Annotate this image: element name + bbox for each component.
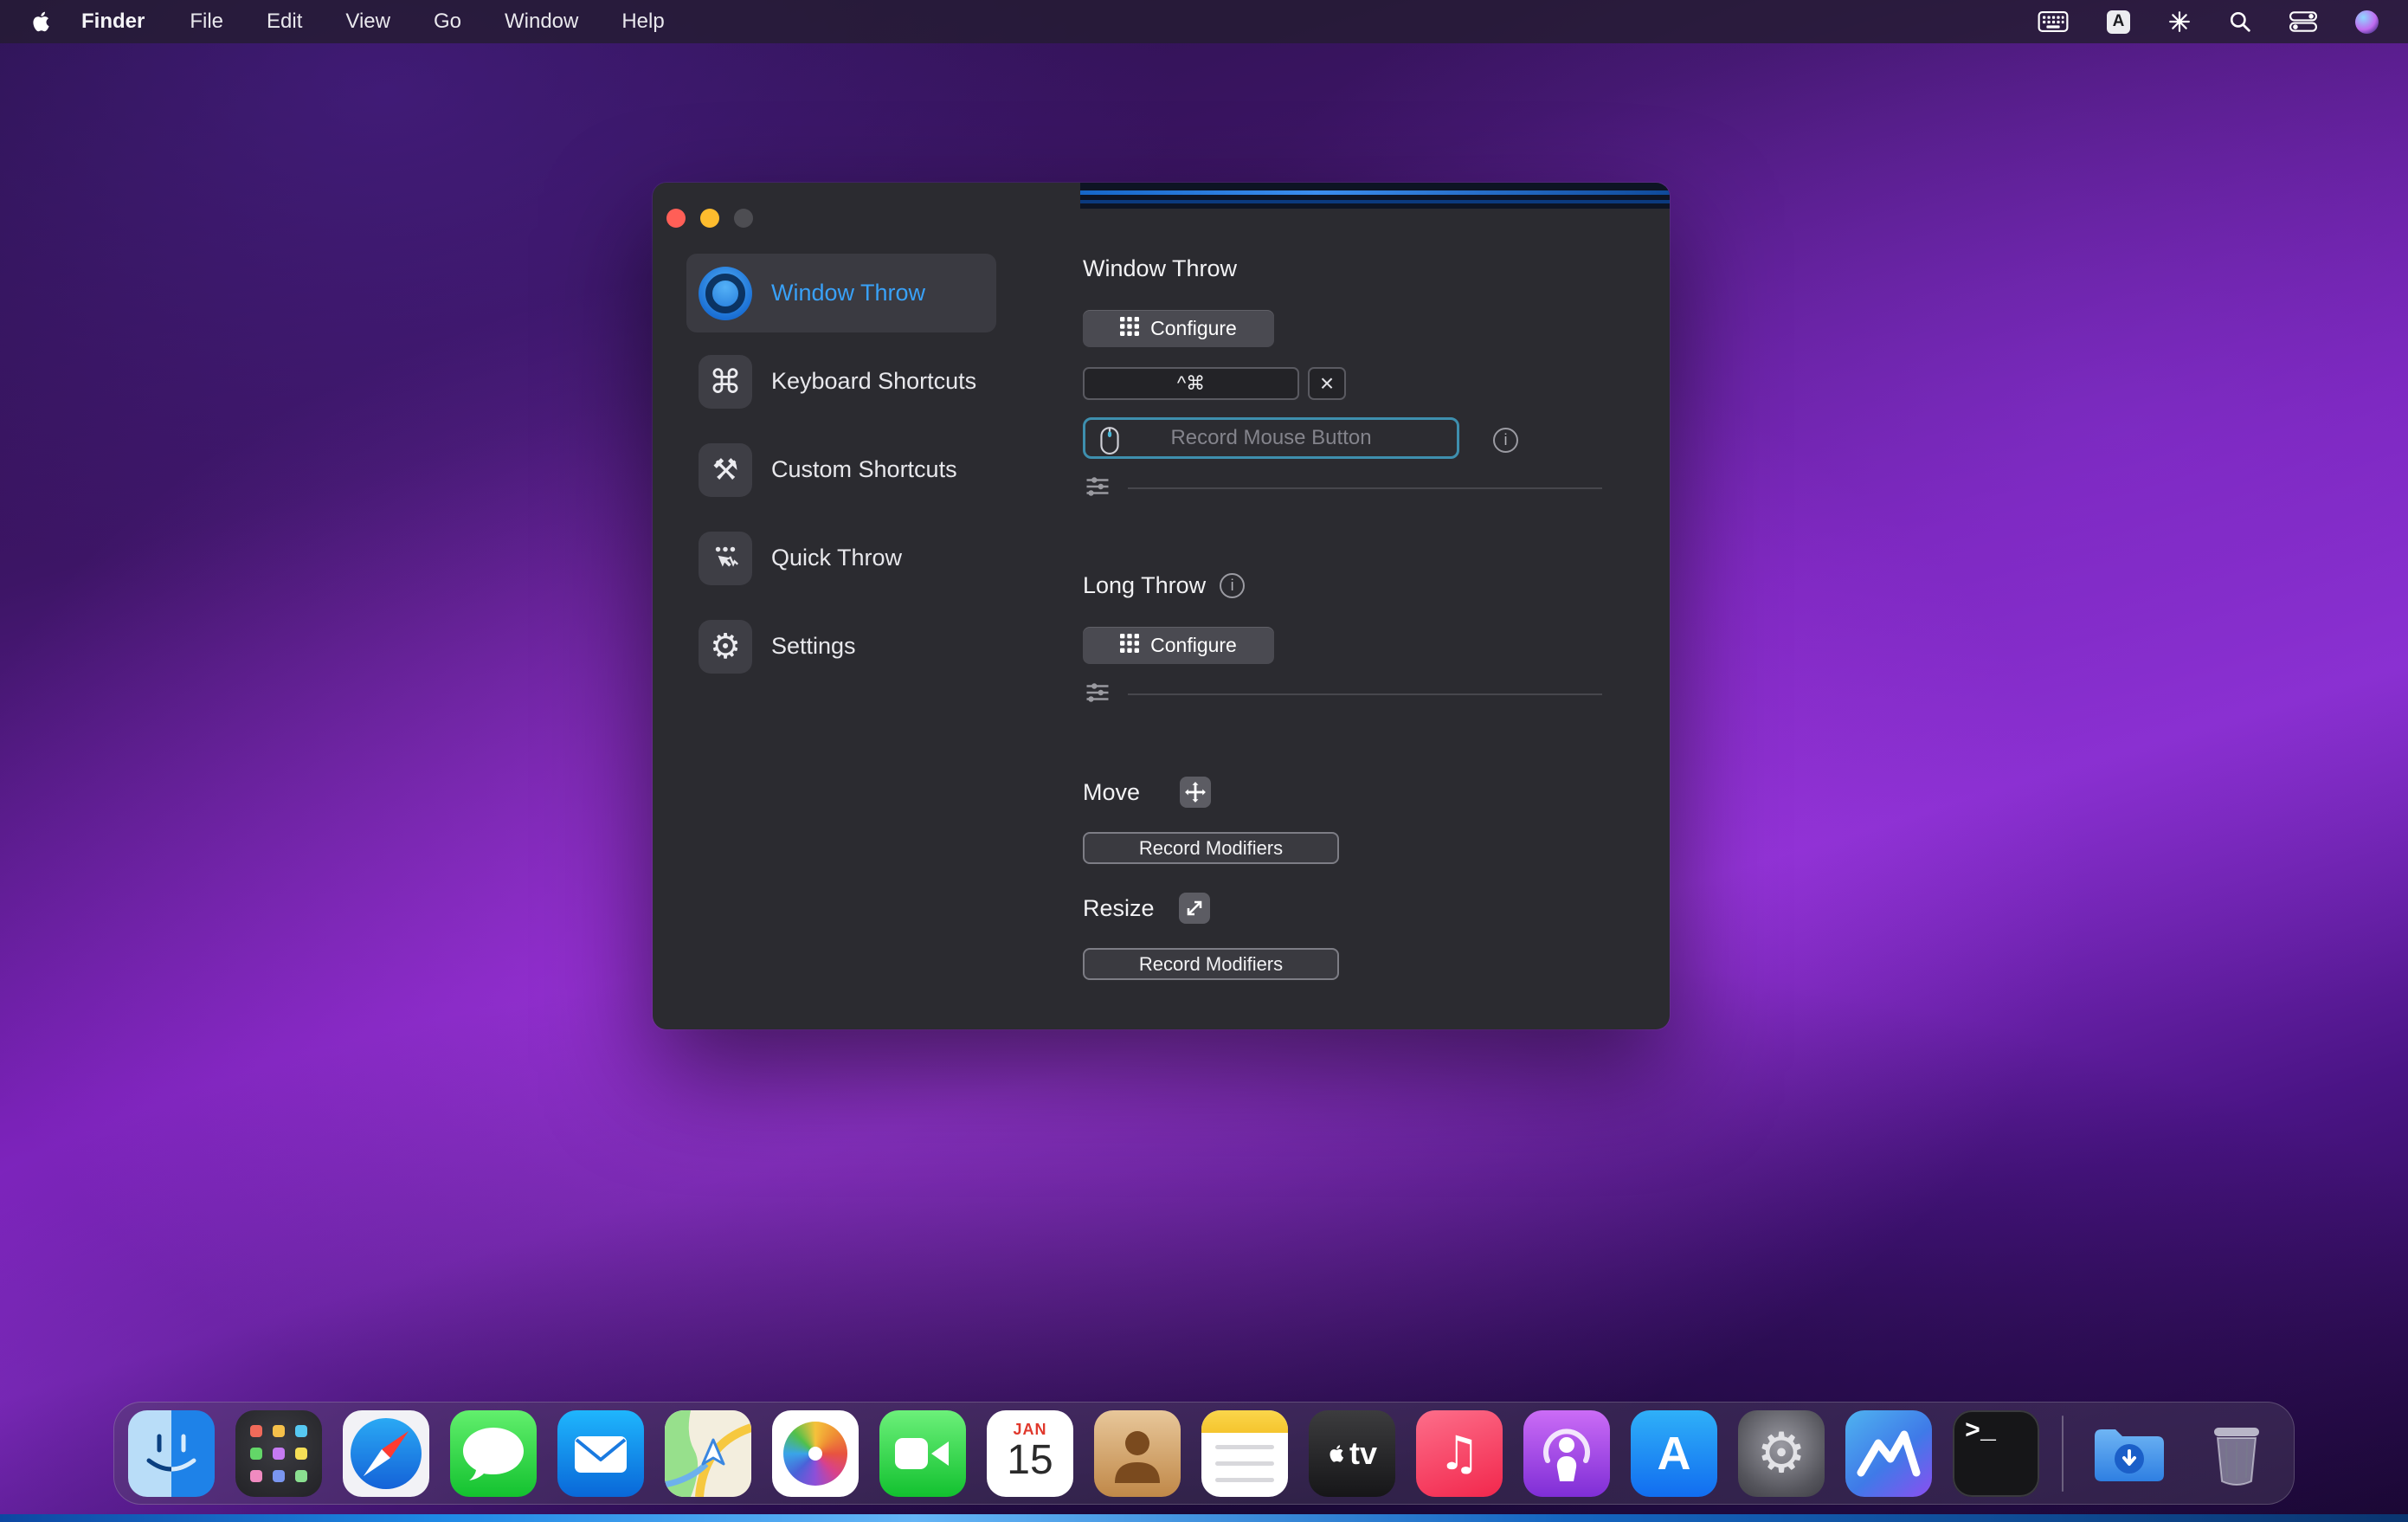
sidebar-item-label: Keyboard Shortcuts: [771, 368, 976, 395]
grid-icon: [1120, 634, 1139, 658]
options-sliders-icon[interactable]: [1085, 681, 1111, 704]
control-center-icon[interactable]: [2289, 11, 2317, 32]
dock-apple-tv-icon[interactable]: tv: [1309, 1410, 1395, 1497]
move-label: Move: [1083, 779, 1140, 806]
menu-go[interactable]: Go: [434, 10, 461, 34]
dock-window-manager-app-icon[interactable]: [1845, 1410, 1932, 1497]
dock-safari-icon[interactable]: [343, 1410, 429, 1497]
input-source-icon[interactable]: A: [2107, 10, 2130, 34]
dock-contacts-icon[interactable]: [1094, 1410, 1181, 1497]
terminal-prompt: >_: [1965, 1417, 1996, 1447]
dock-app-store-icon[interactable]: A: [1631, 1410, 1717, 1497]
minimize-button[interactable]: [700, 209, 719, 228]
grid-icon: [1120, 317, 1139, 341]
calendar-month: JAN: [1013, 1421, 1046, 1439]
app-window: Window Throw ⌘ Keyboard Shortcuts ⚒ Cust…: [653, 183, 1670, 1029]
menu-help[interactable]: Help: [621, 10, 664, 34]
starburst-icon[interactable]: [2168, 10, 2191, 33]
zoom-button[interactable]: [734, 209, 753, 228]
record-mouse-placeholder: Record Mouse Button: [1170, 426, 1371, 450]
tools-icon: ⚒: [699, 443, 752, 497]
dock-photos-icon[interactable]: [772, 1410, 859, 1497]
sidebar-item-quick-throw[interactable]: Quick Throw: [686, 519, 996, 597]
calendar-day: 15: [1007, 1439, 1053, 1482]
sidebar: Window Throw ⌘ Keyboard Shortcuts ⚒ Cust…: [686, 254, 996, 695]
sidebar-item-label: Window Throw: [771, 280, 925, 306]
mouse-icon: [1099, 426, 1120, 461]
menu-window[interactable]: Window: [505, 10, 578, 34]
gear-icon: ⚙: [1756, 1426, 1806, 1481]
dock-maps-icon[interactable]: [665, 1410, 751, 1497]
divider: [1128, 693, 1602, 695]
resize-row: Resize: [1083, 893, 1210, 924]
configure-label: Configure: [1150, 634, 1237, 657]
menu-bar: Finder File Edit View Go Window Help A: [0, 0, 2408, 43]
resize-icon: [1179, 893, 1210, 924]
sidebar-item-custom-shortcuts[interactable]: ⚒ Custom Shortcuts: [686, 430, 996, 509]
move-record-modifiers-button[interactable]: Record Modifiers: [1083, 832, 1339, 864]
sidebar-item-label: Settings: [771, 633, 856, 660]
sidebar-item-label: Custom Shortcuts: [771, 456, 957, 483]
wallpaper-bottom-strip: [0, 1514, 2408, 1522]
resize-label: Resize: [1083, 895, 1155, 922]
move-icon: [1180, 777, 1211, 808]
quick-throw-icon: [699, 532, 752, 585]
window-throw-icon: [699, 267, 752, 320]
info-icon[interactable]: i: [1493, 428, 1518, 453]
dock-terminal-icon[interactable]: >_: [1953, 1410, 2039, 1497]
info-icon[interactable]: i: [1220, 573, 1245, 598]
long-throw-heading: Long Throw: [1083, 572, 1206, 599]
dock-messages-icon[interactable]: [450, 1410, 537, 1497]
record-mouse-button-field[interactable]: Record Mouse Button: [1083, 417, 1459, 459]
configure-label: Configure: [1150, 317, 1237, 340]
dock-calendar-icon[interactable]: JAN 15: [987, 1410, 1073, 1497]
tv-label: tv: [1349, 1435, 1377, 1472]
dock-mail-icon[interactable]: [557, 1410, 644, 1497]
long-throw-heading-row: Long Throw i: [1083, 572, 1245, 599]
sidebar-item-window-throw[interactable]: Window Throw: [686, 254, 996, 332]
desktop-wallpaper: Finder File Edit View Go Window Help A: [0, 0, 2408, 1522]
dock-finder-icon[interactable]: [128, 1410, 215, 1497]
window-throw-configure-button[interactable]: Configure: [1083, 310, 1274, 347]
resize-record-modifiers-button[interactable]: Record Modifiers: [1083, 948, 1339, 980]
gear-icon: ⚙: [699, 620, 752, 674]
settings-content-pane: Window Throw Configure ^⌘ × Record Mouse…: [1083, 183, 1602, 1029]
clear-shortcut-button[interactable]: ×: [1308, 367, 1346, 400]
divider: [1128, 487, 1602, 489]
sidebar-item-settings[interactable]: ⚙ Settings: [686, 607, 996, 686]
menu-items: File Edit View Go Window Help: [190, 10, 664, 34]
command-key-icon: ⌘: [699, 355, 752, 409]
close-button[interactable]: [666, 209, 686, 228]
move-row: Move: [1083, 777, 1211, 808]
sidebar-item-keyboard-shortcuts[interactable]: ⌘ Keyboard Shortcuts: [686, 342, 996, 421]
siri-icon[interactable]: [2355, 10, 2379, 34]
long-throw-configure-button[interactable]: Configure: [1083, 627, 1274, 664]
menu-file[interactable]: File: [190, 10, 223, 34]
app-store-letter: A: [1658, 1427, 1691, 1480]
dock-notes-icon[interactable]: [1201, 1410, 1288, 1497]
dock-separator: [2062, 1416, 2064, 1492]
dock-downloads-folder-icon[interactable]: [2086, 1410, 2173, 1497]
sidebar-item-label: Quick Throw: [771, 545, 902, 571]
menu-edit[interactable]: Edit: [267, 10, 302, 34]
options-sliders-icon[interactable]: [1085, 475, 1111, 498]
dock-podcasts-icon[interactable]: [1523, 1410, 1610, 1497]
dock-facetime-icon[interactable]: [879, 1410, 966, 1497]
music-note-icon: ♫: [1439, 1426, 1480, 1480]
keyboard-icon[interactable]: [2038, 11, 2069, 32]
menu-bar-status-area: A: [2038, 10, 2379, 34]
dock-music-icon[interactable]: ♫: [1416, 1410, 1503, 1497]
dock-launchpad-icon[interactable]: [235, 1410, 322, 1497]
apple-menu-icon[interactable]: [29, 9, 52, 35]
spotlight-search-icon[interactable]: [2229, 10, 2251, 33]
shortcut-field[interactable]: ^⌘: [1083, 367, 1299, 400]
dock-trash-icon[interactable]: [2193, 1410, 2280, 1497]
active-app-menu[interactable]: Finder: [81, 10, 145, 34]
menu-view[interactable]: View: [345, 10, 390, 34]
dock: JAN 15 tv ♫ A ⚙ >_: [113, 1402, 2295, 1505]
window-throw-heading: Window Throw: [1083, 255, 1237, 282]
dock-system-preferences-icon[interactable]: ⚙: [1738, 1410, 1825, 1497]
